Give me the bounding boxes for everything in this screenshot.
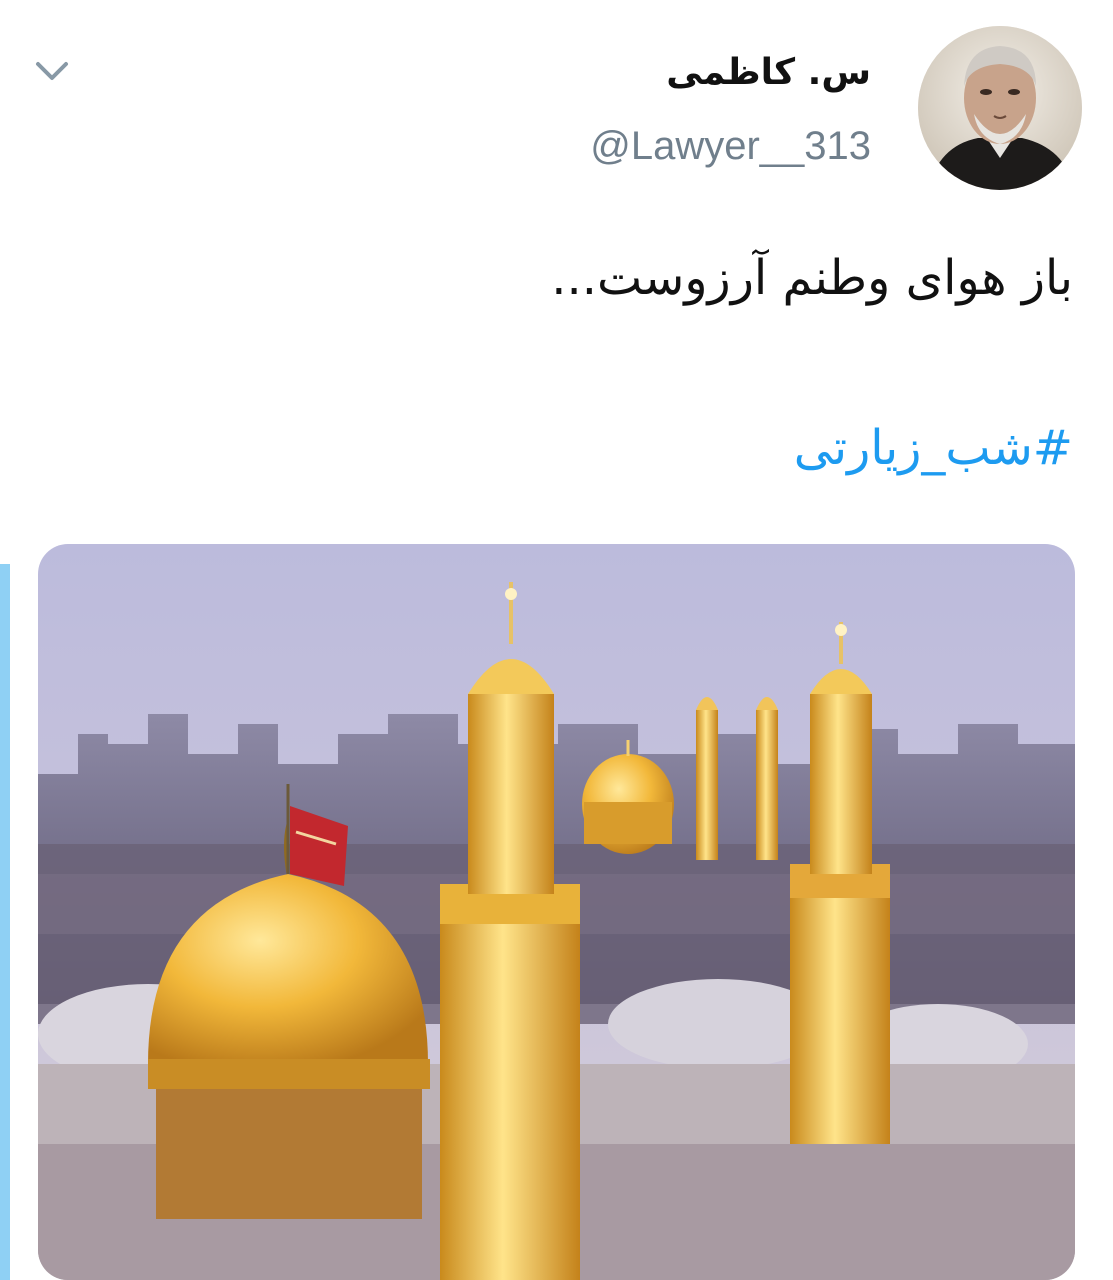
chevron-down-icon[interactable] xyxy=(32,54,72,90)
tweet-text: باز هوای وطنم آرزوست... xyxy=(551,250,1073,306)
avatar[interactable] xyxy=(918,26,1082,190)
author-handle[interactable]: @Lawyer__313 xyxy=(590,124,871,169)
author-display-name[interactable]: س. کاظمی xyxy=(666,52,871,93)
tweet-image[interactable] xyxy=(38,544,1075,1280)
hashtag-link[interactable]: #شب_زیارتی xyxy=(794,420,1073,476)
thread-bar xyxy=(0,564,10,1280)
